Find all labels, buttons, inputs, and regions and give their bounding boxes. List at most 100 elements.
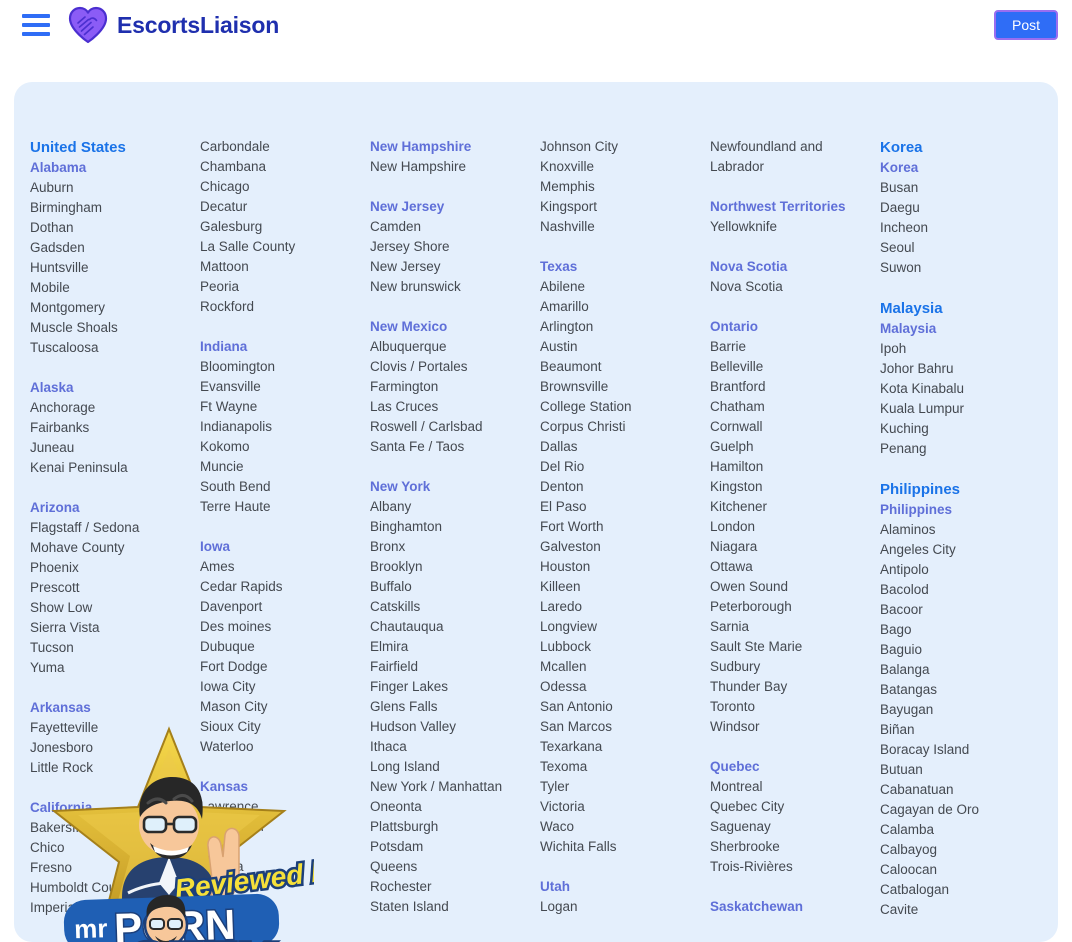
city-link[interactable]: Jersey Shore	[370, 237, 534, 257]
city-link[interactable]: New York / Manhattan	[370, 777, 534, 797]
city-link[interactable]: Memphis	[540, 177, 704, 197]
city-link[interactable]: Kingsport	[540, 197, 704, 217]
city-link[interactable]: New Hampshire	[370, 157, 534, 177]
city-link[interactable]: Binghamton	[370, 517, 534, 537]
post-button[interactable]: Post	[993, 9, 1058, 41]
region-header-link[interactable]: Arkansas	[30, 698, 194, 718]
city-link[interactable]: Busan	[880, 178, 1052, 198]
city-link[interactable]: Belleville	[710, 357, 874, 377]
city-link[interactable]: Terre Haute	[200, 497, 364, 517]
city-link[interactable]: Auburn	[30, 178, 194, 198]
hamburger-menu-icon[interactable]	[22, 14, 50, 36]
city-link[interactable]: Kota Kinabalu	[880, 379, 1052, 399]
city-link[interactable]: Peterborough	[710, 597, 874, 617]
city-link[interactable]: Butuan	[880, 760, 1052, 780]
city-link[interactable]: Yuma	[30, 658, 194, 678]
city-link[interactable]: Huntsville	[30, 258, 194, 278]
city-link[interactable]: Caloocan	[880, 860, 1052, 880]
city-link[interactable]: Davenport	[200, 597, 364, 617]
region-header-link[interactable]: Alaska	[30, 378, 194, 398]
city-link[interactable]: Windsor	[710, 717, 874, 737]
city-link[interactable]: Chicago	[200, 177, 364, 197]
city-link[interactable]: Chambana	[200, 157, 364, 177]
city-link[interactable]: Hudson Valley	[370, 717, 534, 737]
city-link[interactable]: London	[710, 517, 874, 537]
city-link[interactable]: Guelph	[710, 437, 874, 457]
city-link[interactable]: Logan	[540, 897, 704, 917]
region-header-link[interactable]: Korea	[880, 158, 1052, 178]
city-link[interactable]: Carbondale	[200, 137, 364, 157]
region-header-link[interactable]: Ontario	[710, 317, 874, 337]
city-link[interactable]: Birmingham	[30, 198, 194, 218]
city-link[interactable]: Salina	[200, 837, 364, 857]
city-link[interactable]: Waco	[540, 817, 704, 837]
region-header-link[interactable]: New Mexico	[370, 317, 534, 337]
city-link[interactable]: Laredo	[540, 597, 704, 617]
city-link[interactable]: Odessa	[540, 677, 704, 697]
city-link[interactable]: Indianapolis	[200, 417, 364, 437]
city-link[interactable]: Brooklyn	[370, 557, 534, 577]
city-link[interactable]: Bakersfield	[30, 818, 194, 838]
city-link[interactable]: Alaminos	[880, 520, 1052, 540]
city-link[interactable]: Sherbrooke	[710, 837, 874, 857]
city-link[interactable]: Muscle Shoals	[30, 318, 194, 338]
city-link[interactable]: Corpus Christi	[540, 417, 704, 437]
city-link[interactable]: Baguio	[880, 640, 1052, 660]
city-link[interactable]: Cavite	[880, 900, 1052, 920]
city-link[interactable]: Fresno	[30, 858, 194, 878]
city-link[interactable]: Ottawa	[710, 557, 874, 577]
city-link[interactable]: Abilene	[540, 277, 704, 297]
city-link[interactable]: Niagara	[710, 537, 874, 557]
country-header-link[interactable]: Malaysia	[880, 298, 1052, 319]
city-link[interactable]: Manhattan	[200, 817, 364, 837]
region-header-link[interactable]: Philippines	[880, 500, 1052, 520]
city-link[interactable]: Barrie	[710, 337, 874, 357]
city-link[interactable]: Rockford	[200, 297, 364, 317]
city-link[interactable]: Brantford	[710, 377, 874, 397]
region-header-link[interactable]: Saskatchewan	[710, 897, 874, 917]
city-link[interactable]: Phoenix	[30, 558, 194, 578]
city-link[interactable]: Decatur	[200, 197, 364, 217]
city-link[interactable]: Sarnia	[710, 617, 874, 637]
city-link[interactable]: Queens	[370, 857, 534, 877]
city-link[interactable]: Little Rock	[30, 758, 194, 778]
city-link[interactable]: Killeen	[540, 577, 704, 597]
city-link[interactable]: Mattoon	[200, 257, 364, 277]
city-link[interactable]: Buffalo	[370, 577, 534, 597]
city-link[interactable]: Balanga	[880, 660, 1052, 680]
region-header-link[interactable]: New York	[370, 477, 534, 497]
city-link[interactable]: Santa Fe / Taos	[370, 437, 534, 457]
city-link[interactable]: Prescott	[30, 578, 194, 598]
city-link[interactable]: Yellowknife	[710, 217, 874, 237]
city-link[interactable]: Ipoh	[880, 339, 1052, 359]
city-link[interactable]: Tuscaloosa	[30, 338, 194, 358]
city-link[interactable]: La Salle County	[200, 237, 364, 257]
city-link[interactable]: Chautauqua	[370, 617, 534, 637]
city-link[interactable]: Arlington	[540, 317, 704, 337]
brand-logo-link[interactable]: EscortsLiaison	[68, 6, 279, 44]
city-link[interactable]: Nova Scotia	[710, 277, 874, 297]
region-header-link[interactable]: Kansas	[200, 777, 364, 797]
city-link[interactable]: Nashville	[540, 217, 704, 237]
city-link[interactable]: Peoria	[200, 277, 364, 297]
city-link[interactable]: Seoul	[880, 238, 1052, 258]
city-link[interactable]: Lubbock	[540, 637, 704, 657]
city-link[interactable]: Plattsburgh	[370, 817, 534, 837]
city-link[interactable]: Thunder Bay	[710, 677, 874, 697]
city-link[interactable]: Wichita Falls	[540, 837, 704, 857]
city-link[interactable]: Bronx	[370, 537, 534, 557]
city-link[interactable]: Fort Worth	[540, 517, 704, 537]
city-link[interactable]: Montgomery	[30, 298, 194, 318]
region-header-link[interactable]: Indiana	[200, 337, 364, 357]
city-link[interactable]: Kokomo	[200, 437, 364, 457]
country-header-link[interactable]: Korea	[880, 137, 1052, 158]
city-link[interactable]: Denton	[540, 477, 704, 497]
city-link[interactable]: College Station	[540, 397, 704, 417]
city-link[interactable]: Des moines	[200, 617, 364, 637]
city-link[interactable]: Glens Falls	[370, 697, 534, 717]
region-header-link[interactable]: Malaysia	[880, 319, 1052, 339]
city-link[interactable]: Dothan	[30, 218, 194, 238]
city-link[interactable]: Cedar Rapids	[200, 577, 364, 597]
city-link[interactable]: Mohave County	[30, 538, 194, 558]
city-link[interactable]: Waterloo	[200, 737, 364, 757]
